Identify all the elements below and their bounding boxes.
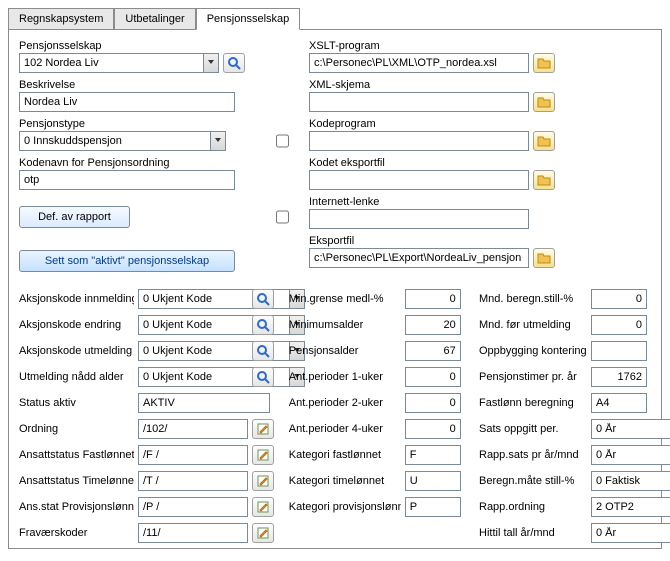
pensjonstype-input[interactable]	[19, 131, 210, 151]
c1-r4-label: Status aktiv	[19, 397, 134, 409]
eksportfil-label: Eksportfil	[309, 235, 651, 247]
internett-label: Internett-lenke	[309, 196, 651, 208]
c2-r2-label: Pensjonsalder	[289, 345, 401, 357]
pensjonsselskap-label: Pensjonsselskap	[19, 40, 289, 52]
beskrivelse-label: Beskrivelse	[19, 79, 289, 91]
antperioder-1uker-input[interactable]	[405, 367, 461, 387]
c2-r7-label: Kategori timelønnet	[289, 475, 401, 487]
sats-oppgitt-input[interactable]	[591, 419, 670, 439]
pensjonsselskap-dropdown[interactable]	[203, 53, 219, 73]
pensjonsalder-input[interactable]	[405, 341, 461, 361]
kodet-browse-icon[interactable]	[533, 170, 555, 190]
ansattstatus-fast-input[interactable]	[138, 445, 248, 465]
xslt-input[interactable]	[309, 53, 529, 73]
c1-r8-label: Ans.stat Provisjonslønnet	[19, 501, 134, 513]
kodeprogram-label: Kodeprogram	[309, 118, 651, 130]
antperioder-2uker-input[interactable]	[405, 393, 461, 413]
mnd-beregn-input[interactable]	[591, 289, 647, 309]
c1-r3-label: Utmelding nådd alder	[19, 371, 134, 383]
c3-r4-label: Fastlønn beregning	[479, 397, 587, 409]
ansattstatus-prov-input[interactable]	[138, 497, 248, 517]
eksportfil-browse-icon[interactable]	[533, 248, 555, 268]
c1-r5-label: Ordning	[19, 423, 134, 435]
c2-r3-label: Ant.perioder 1-uker	[289, 371, 401, 383]
utmelding-alder-search-icon[interactable]	[252, 367, 274, 387]
c3-r1-label: Mnd. før utmelding	[479, 319, 587, 331]
pensjonsselskap-input[interactable]	[19, 53, 203, 73]
c2-r0-label: Min.grense medl-%	[289, 293, 401, 305]
def-rapport-button[interactable]: Def. av rapport	[19, 206, 130, 228]
def-rapport-checkbox[interactable]	[276, 210, 289, 224]
c1-r9-label: Fraværskoder	[19, 527, 134, 539]
kategori-time-input[interactable]	[405, 471, 461, 491]
c2-r4-label: Ant.perioder 2-uker	[289, 397, 401, 409]
c3-r0-label: Mnd. beregn.still-%	[479, 293, 587, 305]
fravaerskoder-input[interactable]	[138, 523, 248, 543]
kodet-input[interactable]	[309, 170, 529, 190]
c3-r9-label: Hittil tall år/mnd	[479, 527, 587, 539]
pensjonsselskap-search-icon[interactable]	[223, 53, 245, 73]
xslt-browse-icon[interactable]	[533, 53, 555, 73]
c1-r2-label: Aksjonskode utmelding	[19, 345, 134, 357]
ansattstatus-prov-edit-icon[interactable]	[252, 497, 274, 517]
aksjonskode-innmelding-search-icon[interactable]	[252, 289, 274, 309]
main-panel: Pensjonsselskap Beskrivelse Pensjonstype	[8, 29, 662, 549]
kodenavn-input[interactable]	[19, 170, 235, 190]
kodeprogram-input[interactable]	[309, 131, 529, 151]
tab-regnskapsystem[interactable]: Regnskapsystem	[8, 8, 114, 30]
c2-r8-label: Kategori provisjonslønnet	[289, 501, 401, 513]
c3-r8-label: Rapp.ordning	[479, 501, 587, 513]
aksjonskode-endring-search-icon[interactable]	[252, 315, 274, 335]
pensjonstimer-input[interactable]	[591, 367, 647, 387]
tab-pensjonsselskap[interactable]: Pensjonsselskap	[196, 8, 301, 30]
hittil-tall-input[interactable]	[591, 523, 670, 543]
tab-utbetalinger[interactable]: Utbetalinger	[114, 8, 195, 30]
kodeprogram-browse-icon[interactable]	[533, 131, 555, 151]
oppbygging-kontering-input[interactable]	[591, 341, 647, 361]
min-grense-input[interactable]	[405, 289, 461, 309]
status-aktiv-input[interactable]	[138, 393, 270, 413]
xmlskjema-browse-icon[interactable]	[533, 92, 555, 112]
c3-r6-label: Rapp.sats pr år/mnd	[479, 449, 587, 461]
fastlonn-beregn-input[interactable]	[591, 393, 647, 413]
internett-input[interactable]	[309, 209, 529, 229]
c3-r5-label: Sats oppgitt per.	[479, 423, 587, 435]
xslt-label: XSLT-program	[309, 40, 651, 52]
c3-r2-label: Oppbygging kontering	[479, 345, 587, 357]
minimumsalder-input[interactable]	[405, 315, 461, 335]
mnd-for-utmelding-input[interactable]	[591, 315, 647, 335]
rapp-ordning-input[interactable]	[591, 497, 670, 517]
pensjonstype-label: Pensjonstype	[19, 118, 289, 130]
fravaerskoder-edit-icon[interactable]	[252, 523, 274, 543]
xmlskjema-label: XML-skjema	[309, 79, 651, 91]
sett-aktivt-button[interactable]: Sett som "aktivt" pensjonsselskap	[19, 250, 235, 272]
c2-r6-label: Kategori fastlønnet	[289, 449, 401, 461]
kategori-fast-input[interactable]	[405, 445, 461, 465]
pensjonstype-checkbox[interactable]	[276, 134, 289, 148]
antperioder-4uker-input[interactable]	[405, 419, 461, 439]
ansattstatus-time-input[interactable]	[138, 471, 248, 491]
c1-r7-label: Ansattstatus Timelønnet	[19, 475, 134, 487]
c3-r3-label: Pensjonstimer pr. år	[479, 371, 587, 383]
c2-r1-label: Minimumsalder	[289, 319, 401, 331]
kategori-prov-input[interactable]	[405, 497, 461, 517]
c1-r6-label: Ansattstatus Fastlønnet	[19, 449, 134, 461]
xmlskjema-input[interactable]	[309, 92, 529, 112]
ordning-input[interactable]	[138, 419, 248, 439]
ordning-edit-icon[interactable]	[252, 419, 274, 439]
c3-r7-label: Beregn.måte still-%	[479, 475, 587, 487]
ansattstatus-fast-edit-icon[interactable]	[252, 445, 274, 465]
c1-r1-label: Aksjonskode endring	[19, 319, 134, 331]
pensjonstype-dropdown[interactable]	[210, 131, 226, 151]
c1-r0-label: Aksjonskode innmelding	[19, 293, 134, 305]
c2-r5-label: Ant.perioder 4-uker	[289, 423, 401, 435]
kodet-label: Kodet eksportfil	[309, 157, 651, 169]
kodenavn-label: Kodenavn for Pensjonsordning	[19, 157, 289, 169]
beregn-maate-input[interactable]	[591, 471, 670, 491]
aksjonskode-utmelding-search-icon[interactable]	[252, 341, 274, 361]
ansattstatus-time-edit-icon[interactable]	[252, 471, 274, 491]
beskrivelse-input[interactable]	[19, 92, 235, 112]
rapp-sats-input[interactable]	[591, 445, 670, 465]
eksportfil-input[interactable]	[309, 248, 529, 268]
